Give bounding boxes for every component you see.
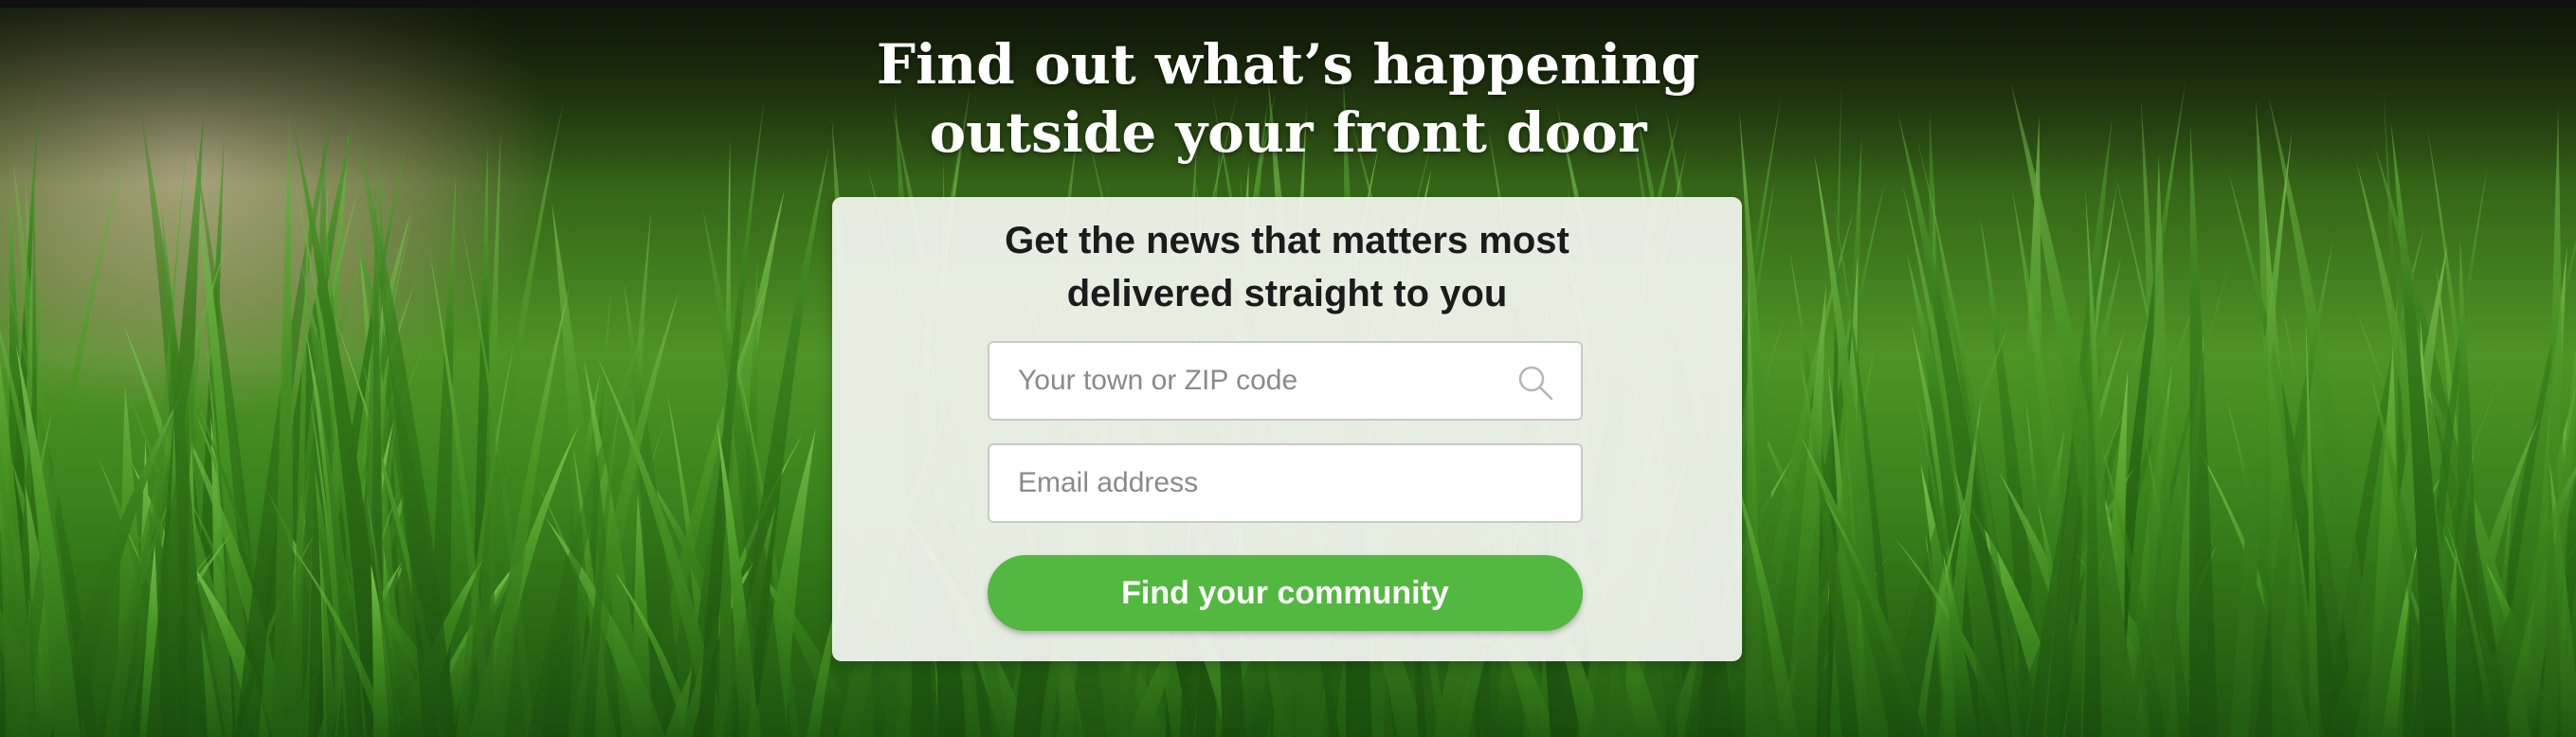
signup-card: Get the news that matters most delivered… (832, 197, 1742, 661)
find-community-button[interactable]: Find your community (988, 555, 1583, 631)
email-field (988, 443, 1583, 523)
top-bar (0, 0, 2576, 8)
headline-line-1: Find out what’s happening (876, 32, 1700, 97)
signup-card-title: Get the news that matters most delivered… (832, 214, 1742, 320)
hero-banner: Find out what’s happening outside your f… (0, 0, 2576, 737)
headline-line-2: outside your front door (929, 100, 1647, 165)
card-title-line-1: Get the news that matters most (1005, 220, 1569, 261)
town-zip-field (988, 341, 1583, 421)
search-icon[interactable] (1516, 364, 1554, 402)
page-headline: Find out what’s happening outside your f… (0, 30, 2576, 167)
town-zip-input[interactable] (989, 343, 1581, 419)
card-title-line-2: delivered straight to you (1066, 273, 1508, 315)
email-input[interactable] (989, 445, 1581, 521)
